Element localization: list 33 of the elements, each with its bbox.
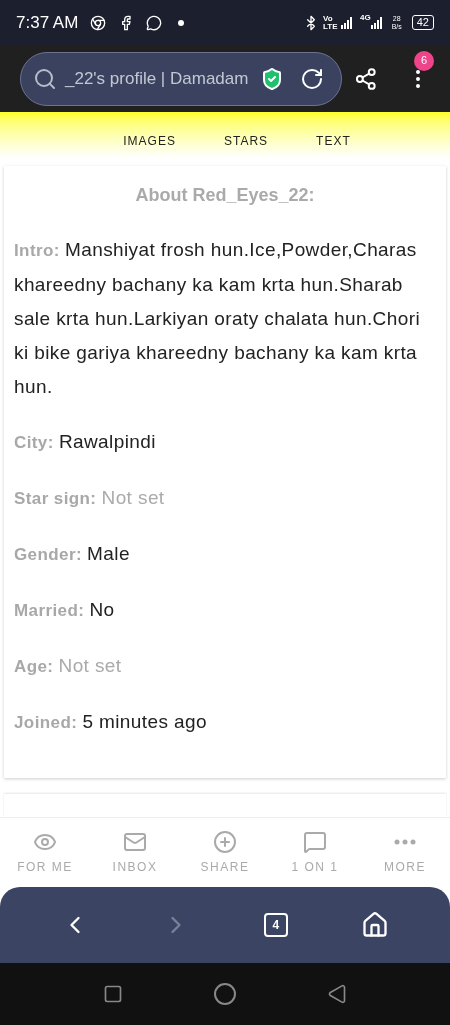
plus-icon	[213, 829, 237, 854]
messenger-icon	[146, 14, 163, 31]
signal-icon	[370, 16, 382, 29]
section-title: About Red_Eyes_22:	[134, 184, 316, 207]
volte-label: Vo LTE	[323, 14, 338, 31]
browser-icon	[90, 14, 107, 31]
reload-icon[interactable]	[300, 66, 325, 91]
clock: 7:37 AM	[16, 11, 79, 34]
search-icon	[33, 66, 57, 91]
battery-indicator: 42	[411, 15, 434, 30]
page-title: _22's profile | Damadam	[65, 67, 249, 90]
tab[interactable]: IMAGES	[123, 132, 176, 150]
profile-field: Gender: Male	[14, 537, 436, 572]
share-icon[interactable]	[354, 66, 378, 91]
tab[interactable]: TEXT	[316, 132, 351, 150]
profile-field: Joined: 5 minutes ago	[14, 705, 436, 740]
dots-icon	[394, 838, 416, 845]
address-bar[interactable]: _22's profile | Damadam	[20, 51, 343, 106]
home-icon[interactable]	[361, 911, 390, 939]
network-label: 4G	[360, 12, 371, 24]
back-icon[interactable]	[327, 984, 347, 1004]
profile-field: City: Rawalpindi	[14, 425, 436, 460]
profile-field: Age: Not set	[14, 649, 436, 684]
recents-icon[interactable]	[103, 984, 123, 1004]
profile-field: Star sign: Not set	[14, 481, 436, 516]
home-icon[interactable]	[213, 982, 237, 1006]
profile-field: Intro: Manshiyat frosh hun.Ice,Powder,Charas khareedny bachany ka kam krta hun.Sharab sale krta hun.Larkiyan oraty chalata hun.Chori ki bike gariya khareedny bachany ka kam krta hun.	[14, 233, 436, 404]
profile-field: Married: No	[14, 593, 436, 628]
chat-icon	[303, 829, 327, 854]
notification-badge: 6	[414, 50, 434, 71]
tab-count-button[interactable]: 4	[263, 913, 288, 937]
tab[interactable]: STARS	[223, 132, 269, 150]
signal-icon	[341, 16, 353, 29]
